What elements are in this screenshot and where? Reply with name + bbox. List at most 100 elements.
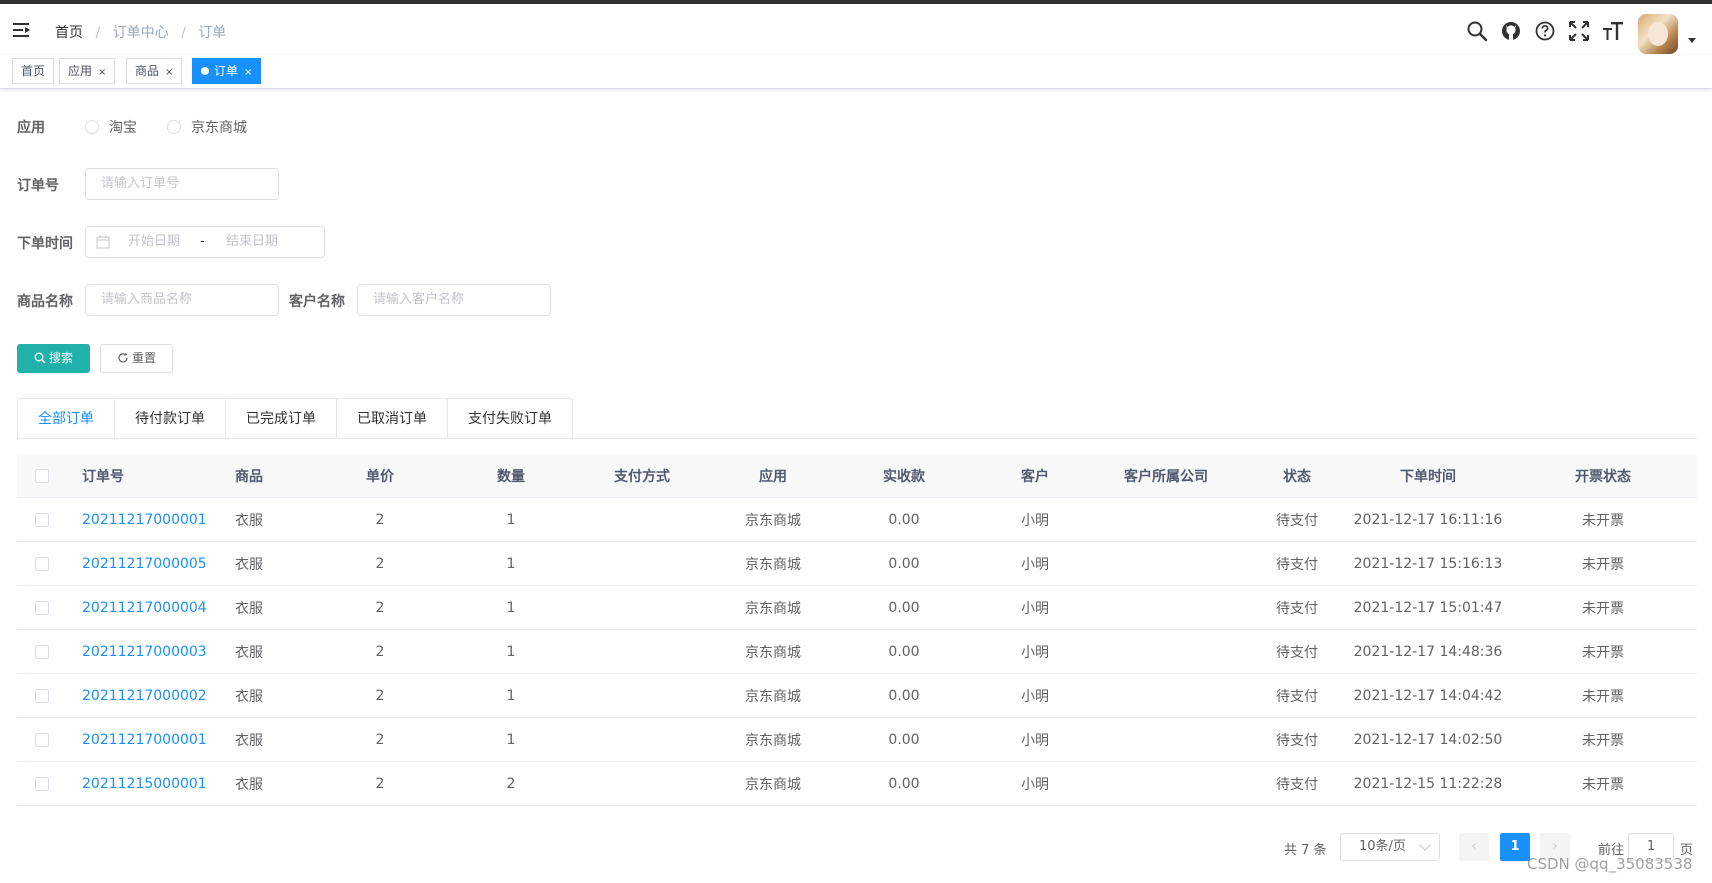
product-name-input[interactable]: 请输入商品名称 xyxy=(85,284,279,316)
column-header: 商品 xyxy=(235,469,263,485)
unit-price-cell: 2 xyxy=(375,511,385,528)
quantity-cell: 1 xyxy=(506,599,516,616)
product-cell: 衣服 xyxy=(235,512,263,529)
select-all-checkbox[interactable] xyxy=(35,469,49,483)
payment-method-cell xyxy=(592,586,692,629)
tag-order[interactable]: 订单 × xyxy=(192,58,262,84)
tab-completed[interactable]: 已完成订单 xyxy=(225,399,336,439)
order-time-cell: 2021-12-17 16:11:16 xyxy=(1353,511,1503,528)
radio-circle-icon[interactable] xyxy=(85,120,99,134)
page-number[interactable]: 1 xyxy=(1500,833,1530,861)
unit-price-cell: 2 xyxy=(375,731,385,748)
order-no-link[interactable]: 20211215000001 xyxy=(82,762,232,805)
column-header: 下单时间 xyxy=(1400,469,1456,485)
tab-payment-failed[interactable]: 支付失败订单 xyxy=(447,399,572,439)
row-checkbox[interactable] xyxy=(35,556,49,571)
pagination-total: 共 7 条 xyxy=(1284,843,1327,858)
product-cell: 衣服 xyxy=(235,776,263,793)
order-no-link[interactable]: 20211217000002 xyxy=(82,674,232,717)
breadcrumb-home[interactable]: 首页 xyxy=(55,25,83,41)
customer-company-cell xyxy=(1101,498,1231,541)
amount-received-cell: 0.00 xyxy=(888,643,920,660)
order-time-cell: 2021-12-17 14:48:36 xyxy=(1353,643,1503,660)
quantity-cell: 2 xyxy=(506,775,516,792)
invoice-status-cell: 未开票 xyxy=(1582,644,1624,661)
order-no-link[interactable]: 20211217000003 xyxy=(82,630,232,673)
product-cell: 衣服 xyxy=(235,644,263,661)
order-time-range-picker[interactable]: 开始日期 - 结束日期 xyxy=(85,226,325,258)
tab-pending-payment[interactable]: 待付款订单 xyxy=(114,399,225,439)
unit-price-cell: 2 xyxy=(375,775,385,792)
page-size-value: 10条/页 xyxy=(1359,839,1406,854)
order-no-link[interactable]: 20211217000005 xyxy=(82,542,232,585)
avatar[interactable] xyxy=(1638,14,1678,54)
navbar: 首页 / 订单中心 / 订单 xyxy=(0,4,1712,55)
order-time-cell: 2021-12-17 15:01:47 xyxy=(1353,599,1503,616)
close-icon[interactable]: × xyxy=(244,67,252,78)
end-date-input[interactable]: 结束日期 xyxy=(226,227,278,257)
tab-cancelled[interactable]: 已取消订单 xyxy=(336,399,447,439)
hamburger-icon[interactable] xyxy=(13,21,31,39)
chevron-down-icon xyxy=(1419,839,1431,851)
table-row: 20211217000002 衣服 2 1 京东商城 0.00 小明 待支付 2021-12-1… xyxy=(17,674,1697,718)
orders-table: 订单号 商品 单价 数量 支付方式 应用 实收款 客户 客户所属公司 状态 下单… xyxy=(17,455,1697,806)
app-cell: 京东商城 xyxy=(745,644,801,661)
invoice-status-cell: 未开票 xyxy=(1582,732,1624,749)
app-cell: 京东商城 xyxy=(745,600,801,617)
customer-name-label: 客户名称 xyxy=(289,294,345,310)
order-no-link[interactable]: 20211217000001 xyxy=(82,718,232,761)
row-checkbox[interactable] xyxy=(35,776,49,791)
customer-cell: 小明 xyxy=(1021,600,1049,617)
page-size-select[interactable]: 10条/页 xyxy=(1340,833,1440,861)
tag-app[interactable]: 应用 × xyxy=(59,58,116,84)
row-checkbox[interactable] xyxy=(35,688,49,703)
close-icon[interactable]: × xyxy=(98,67,106,78)
order-no-link[interactable]: 20211217000004 xyxy=(82,586,232,629)
radio-jd[interactable]: 京东商城 xyxy=(167,117,247,137)
tag-label: 商品 xyxy=(135,64,160,78)
customer-cell: 小明 xyxy=(1021,776,1049,793)
close-icon[interactable]: × xyxy=(165,67,173,78)
reset-button[interactable]: 重置 xyxy=(100,344,173,373)
search-icon[interactable] xyxy=(1466,20,1488,42)
help-icon[interactable] xyxy=(1534,20,1556,42)
row-checkbox[interactable] xyxy=(35,600,49,615)
tag-home[interactable]: 首页 xyxy=(12,58,55,84)
order-no-input[interactable]: 请输入订单号 xyxy=(85,168,279,200)
unit-price-cell: 2 xyxy=(375,643,385,660)
order-no-link[interactable]: 20211217000001 xyxy=(82,498,232,541)
app-cell: 京东商城 xyxy=(745,556,801,573)
start-date-input[interactable]: 开始日期 xyxy=(128,227,180,257)
order-time-cell: 2021-12-15 11:22:28 xyxy=(1353,775,1503,792)
amount-received-cell: 0.00 xyxy=(888,555,920,572)
row-checkbox[interactable] xyxy=(35,644,49,659)
customer-name-input[interactable]: 请输入客户名称 xyxy=(357,284,551,316)
avatar-face xyxy=(1648,22,1668,46)
radio-taobao[interactable]: 淘宝 xyxy=(85,117,137,137)
payment-method-cell xyxy=(592,674,692,717)
table-row: 20211217000001 衣服 2 1 京东商城 0.00 小明 待支付 2021-12-1… xyxy=(17,498,1697,542)
fullscreen-icon[interactable] xyxy=(1568,20,1590,42)
prev-page-button[interactable]: ‹ xyxy=(1459,833,1489,861)
tab-all-orders[interactable]: 全部订单 xyxy=(18,399,114,439)
customer-cell: 小明 xyxy=(1021,556,1049,573)
status-cell: 待支付 xyxy=(1276,600,1318,617)
search-button[interactable]: 搜索 xyxy=(17,344,90,373)
product-cell: 衣服 xyxy=(235,600,263,617)
caret-down-icon[interactable] xyxy=(1688,38,1696,43)
tag-product[interactable]: 商品 × xyxy=(126,58,183,84)
product-cell: 衣服 xyxy=(235,732,263,749)
customer-company-cell xyxy=(1101,718,1231,761)
breadcrumb-separator: / xyxy=(95,25,101,41)
radio-label: 淘宝 xyxy=(109,120,137,136)
status-cell: 待支付 xyxy=(1276,776,1318,793)
radio-circle-icon[interactable] xyxy=(167,120,181,134)
row-checkbox[interactable] xyxy=(35,512,49,527)
font-size-icon[interactable] xyxy=(1602,20,1624,42)
customer-cell: 小明 xyxy=(1021,732,1049,749)
github-icon[interactable] xyxy=(1500,20,1522,42)
row-checkbox[interactable] xyxy=(35,732,49,747)
payment-method-cell xyxy=(592,498,692,541)
status-cell: 待支付 xyxy=(1276,512,1318,529)
app-cell: 京东商城 xyxy=(745,776,801,793)
